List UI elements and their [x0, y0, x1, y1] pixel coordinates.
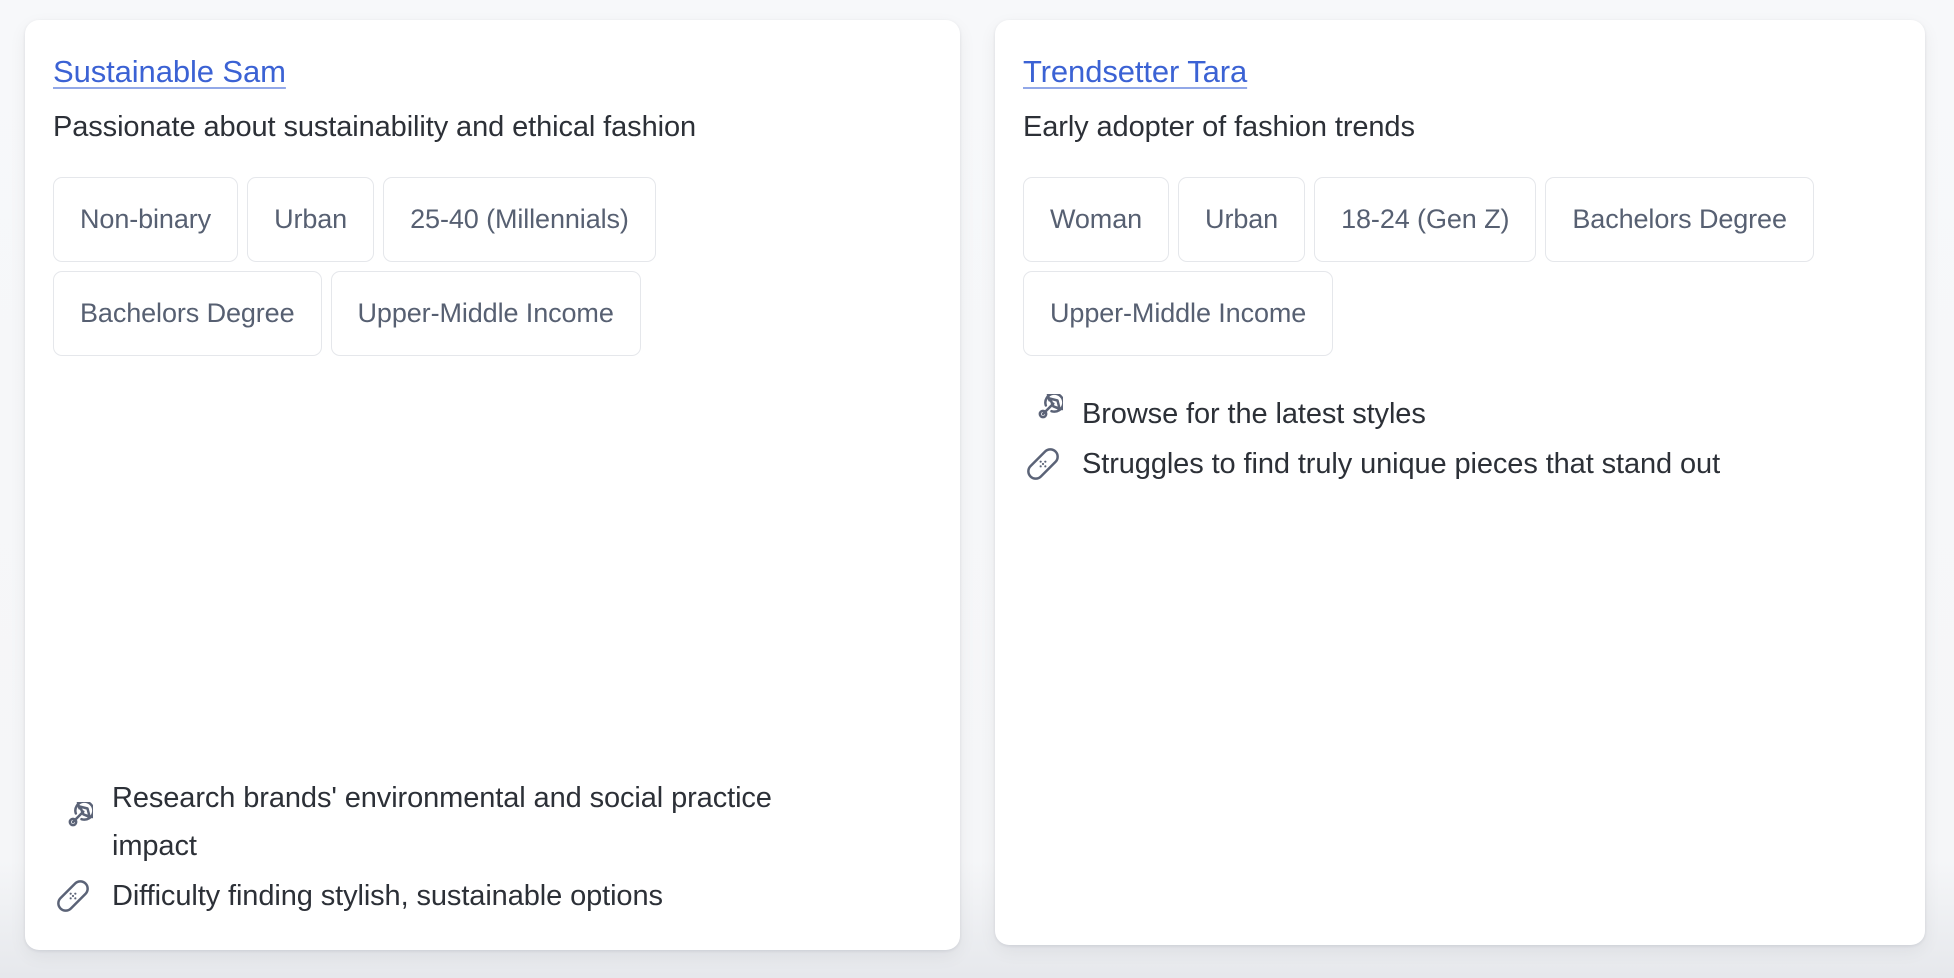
- persona-insights: Research brands' environmental and socia…: [53, 748, 930, 920]
- persona-card-board: Sustainable Sam Passionate about sustain…: [0, 0, 1954, 978]
- attribute-tag[interactable]: Non-binary: [53, 176, 239, 262]
- persona-name-link[interactable]: Trendsetter Tara: [1023, 54, 1247, 90]
- persona-insights: Browse for the latest styles Struggles t…: [1023, 390, 1895, 488]
- persona-goal: Research brands' environmental and socia…: [53, 774, 930, 870]
- persona-goal: Browse for the latest styles: [1023, 390, 1895, 438]
- persona-description: Passionate about sustainability and ethi…: [53, 110, 696, 143]
- attribute-tag[interactable]: Urban: [1178, 176, 1306, 262]
- attribute-tag[interactable]: Upper-Middle Income: [1023, 270, 1334, 356]
- persona-pain-point: Difficulty finding stylish, sustainable …: [53, 872, 930, 920]
- persona-pain-point: Struggles to find truly unique pieces th…: [1023, 440, 1895, 488]
- persona-card-trendsetter-tara: Trendsetter Tara Early adopter of fashio…: [995, 20, 1925, 945]
- persona-name-link[interactable]: Sustainable Sam: [53, 54, 286, 90]
- attribute-tag[interactable]: Upper-Middle Income: [330, 270, 641, 356]
- attribute-tag[interactable]: 25-40 (Millennials): [383, 176, 656, 262]
- attribute-tag[interactable]: 18-24 (Gen Z): [1314, 176, 1537, 262]
- target-icon: [1023, 393, 1063, 434]
- persona-pain-point-text: Struggles to find truly unique pieces th…: [1082, 447, 1721, 480]
- attribute-tag[interactable]: Bachelors Degree: [1545, 176, 1814, 262]
- persona-goal-text: Research brands' environmental and socia…: [112, 781, 772, 862]
- attribute-tag[interactable]: Urban: [247, 176, 375, 262]
- bandage-icon: [53, 876, 93, 916]
- attribute-tag[interactable]: Woman: [1023, 176, 1170, 262]
- bandage-icon: [1023, 444, 1063, 484]
- persona-pain-point-text: Difficulty finding stylish, sustainable …: [112, 879, 663, 912]
- persona-card-sustainable-sam: Sustainable Sam Passionate about sustain…: [25, 20, 960, 950]
- persona-description: Early adopter of fashion trends: [1023, 110, 1415, 143]
- attribute-tag[interactable]: Bachelors Degree: [53, 270, 322, 356]
- persona-attribute-tags: Woman Urban 18-24 (Gen Z) Bachelors Degr…: [1023, 176, 1895, 356]
- persona-attribute-tags: Non-binary Urban 25-40 (Millennials) Bac…: [53, 176, 930, 356]
- target-icon: [53, 801, 93, 842]
- persona-goal-text: Browse for the latest styles: [1082, 397, 1426, 430]
